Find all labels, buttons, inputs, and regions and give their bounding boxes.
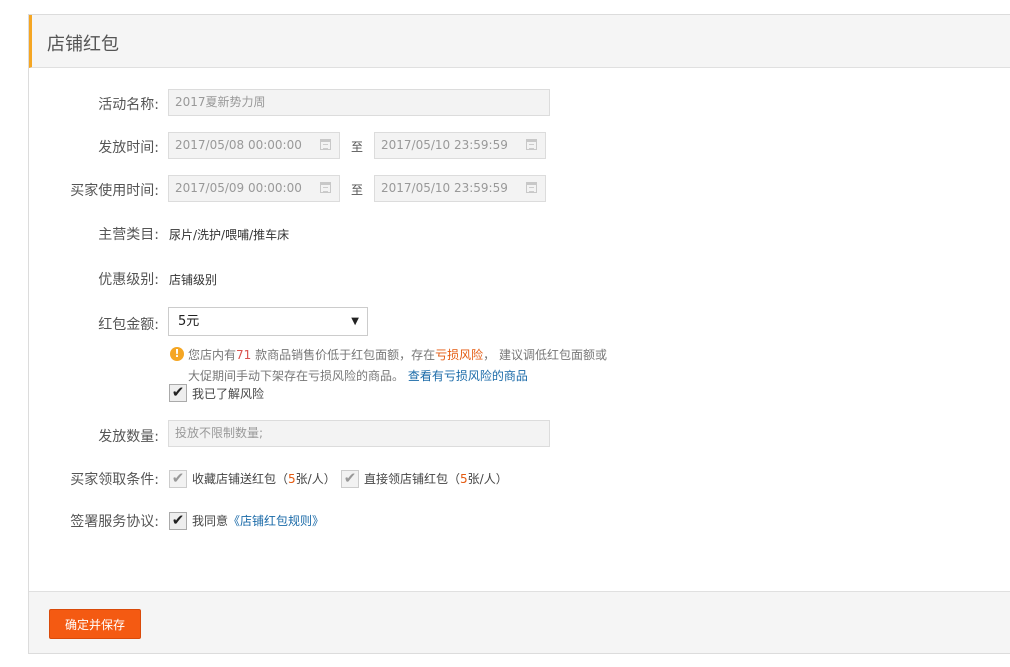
quantity-label: 发放数量: (98, 429, 159, 445)
calendar-icon[interactable] (526, 182, 537, 193)
level-label: 优惠级别: (98, 272, 159, 288)
dropdown-arrow-icon: ▼ (351, 316, 359, 327)
use-end-value: 2017/05/10 23:59:59 (381, 181, 508, 195)
agree-checkbox[interactable]: ✔ (169, 512, 187, 530)
collect-shop-label: 收藏店铺送红包（5张/人） (192, 472, 336, 486)
issue-time-label: 发放时间: (98, 140, 159, 156)
risk-warning-line1: 您店内有71 款商品销售价低于红包面额，存在亏损风险， 建议调低红包面额或 (188, 348, 607, 362)
form-panel: 店铺红包 活动名称: 2017夏新势力周 发放时间: 2017/05/08 00… (28, 14, 1010, 654)
view-risk-products-link[interactable]: 查看有亏损风险的商品 (408, 369, 528, 383)
condition-label: 买家领取条件: (70, 472, 159, 488)
risk-warning-line2: 大促期间手动下架存在亏损风险的商品。 查看有亏损风险的商品 (188, 369, 528, 383)
form-footer: 确定并保存 (29, 591, 1010, 653)
agree-label: 我同意《店铺红包规则》 (192, 514, 325, 528)
level-value: 店铺级别 (169, 273, 218, 287)
issue-end-field[interactable]: 2017/05/10 23:59:59 (374, 132, 546, 159)
agreement-label: 签署服务协议: (70, 514, 159, 530)
issue-start-value: 2017/05/08 00:00:00 (175, 138, 302, 152)
panel-header: 店铺红包 (29, 15, 1010, 68)
direct-claim-checkbox[interactable]: ✔ (341, 470, 359, 488)
activity-name-field[interactable]: 2017夏新势力周 (168, 89, 550, 116)
confirm-save-button[interactable]: 确定并保存 (49, 609, 141, 639)
risk-text: 亏损风险 (435, 348, 484, 362)
issue-start-field[interactable]: 2017/05/08 00:00:00 (168, 132, 340, 159)
quantity-input[interactable]: 投放不限制数量; (168, 420, 550, 447)
to-separator: 至 (351, 183, 364, 197)
risk-count: 71 (236, 348, 252, 362)
amount-label: 红包金额: (98, 317, 159, 333)
direct-claim-label: 直接领店铺红包（5张/人） (364, 472, 508, 486)
ack-risk-checkbox[interactable]: ✔ (169, 384, 187, 402)
issue-end-value: 2017/05/10 23:59:59 (381, 138, 508, 152)
use-start-field[interactable]: 2017/05/09 00:00:00 (168, 175, 340, 202)
ack-risk-label: 我已了解风险 (192, 387, 265, 401)
collect-shop-checkbox[interactable]: ✔ (169, 470, 187, 488)
category-value: 尿片/洗护/喂哺/推车床 (169, 228, 290, 242)
to-separator: 至 (351, 140, 364, 154)
use-end-field[interactable]: 2017/05/10 23:59:59 (374, 175, 546, 202)
category-label: 主营类目: (98, 227, 159, 243)
rules-link[interactable]: 《店铺红包规则》 (228, 514, 324, 528)
page-title: 店铺红包 (47, 34, 119, 55)
use-start-value: 2017/05/09 00:00:00 (175, 181, 302, 195)
calendar-icon[interactable] (526, 139, 537, 150)
calendar-icon[interactable] (320, 182, 331, 193)
warning-icon: ! (170, 347, 184, 361)
calendar-icon[interactable] (320, 139, 331, 150)
amount-select[interactable]: 5元 ▼ (168, 307, 368, 336)
activity-name-label: 活动名称: (98, 97, 159, 113)
use-time-label: 买家使用时间: (70, 183, 159, 199)
amount-selected-value: 5元 (178, 314, 200, 329)
